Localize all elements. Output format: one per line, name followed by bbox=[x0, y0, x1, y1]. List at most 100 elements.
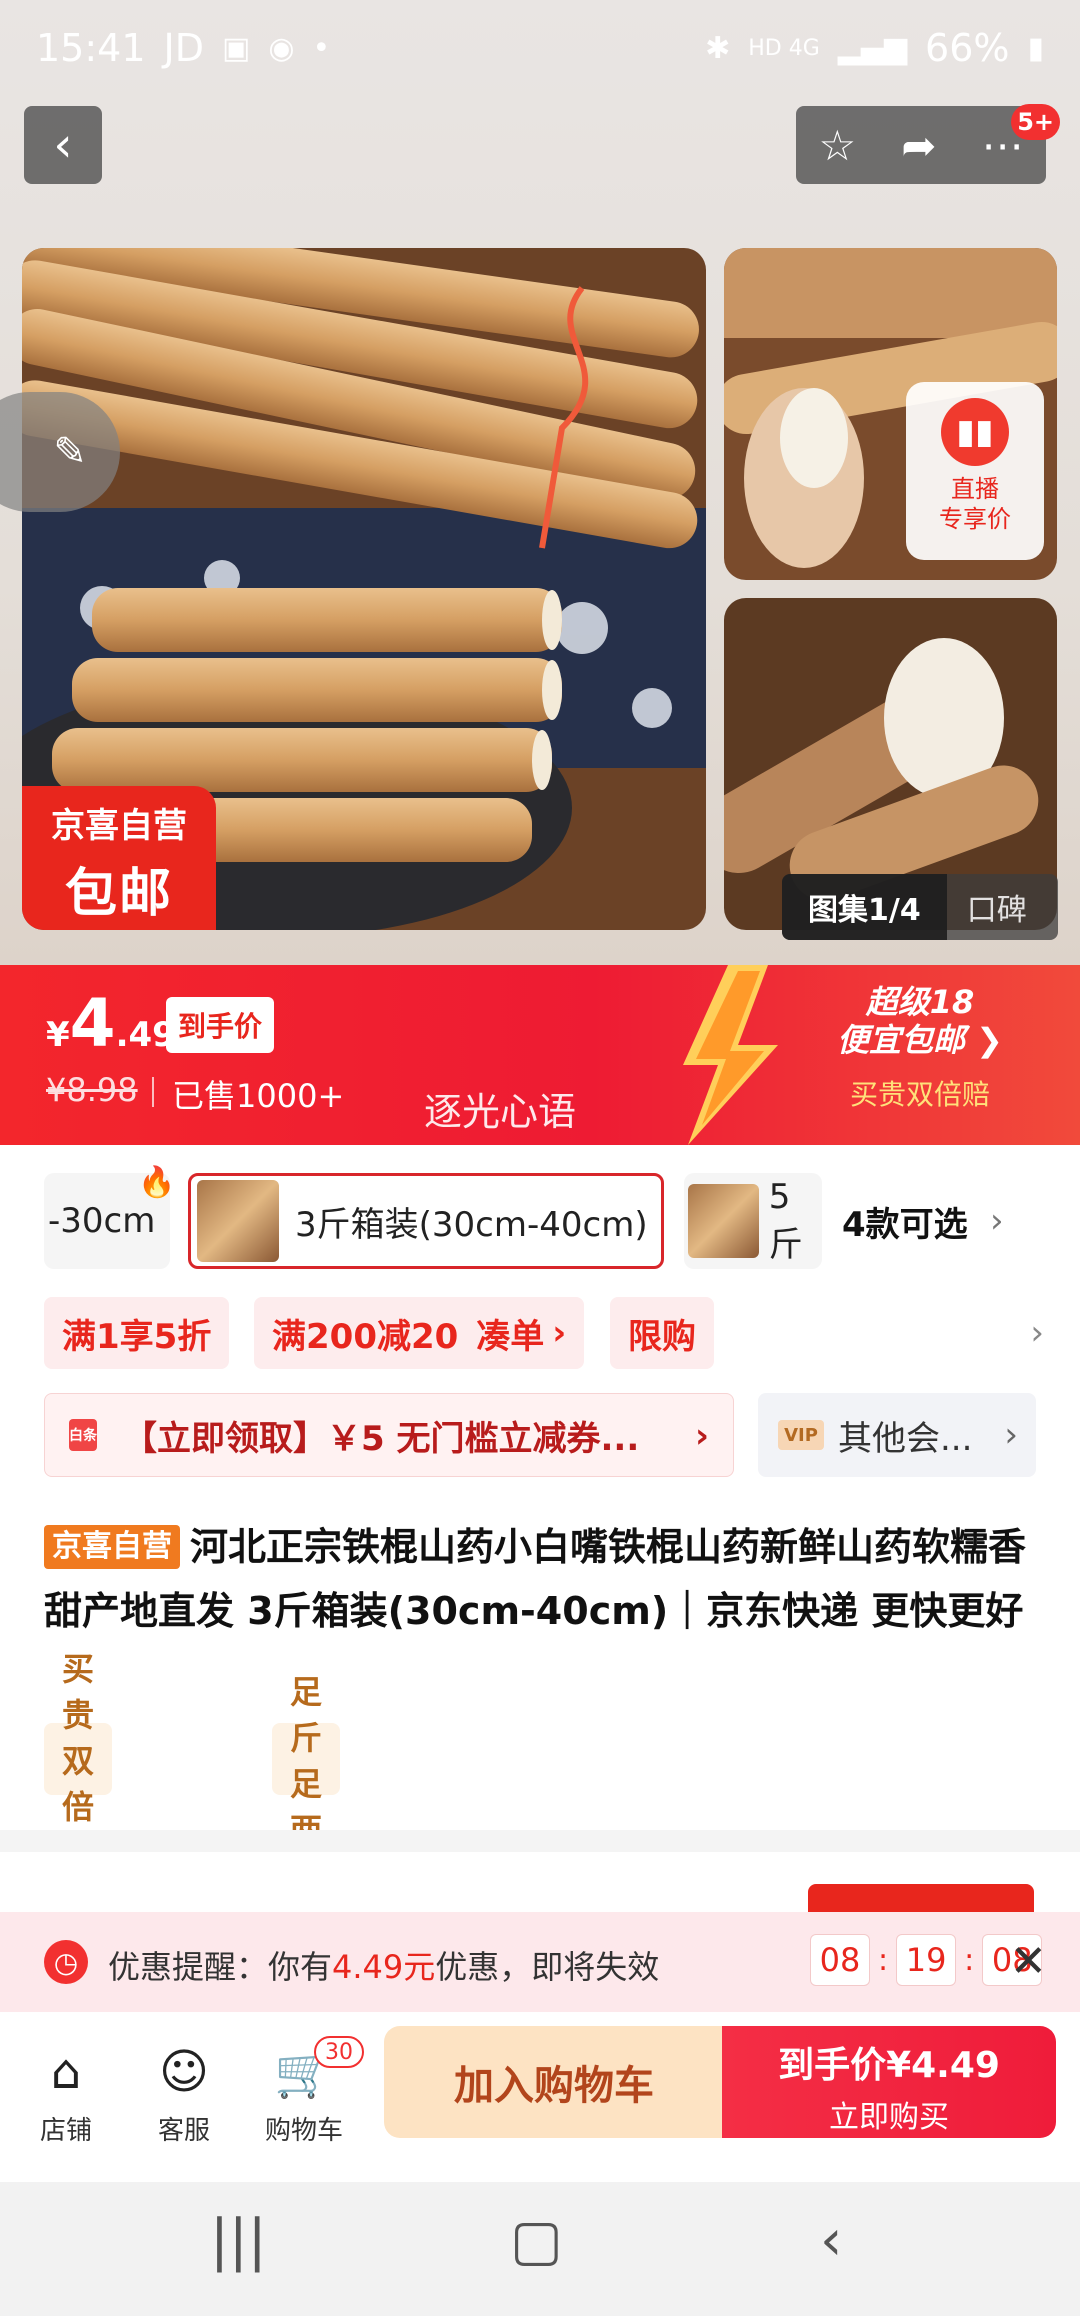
status-carrier: JD bbox=[163, 26, 204, 70]
buy-now-label: 立即购买 bbox=[829, 2100, 949, 2135]
share-icon[interactable]: ➦ bbox=[901, 121, 936, 170]
feature-tag-full-weight-label: 足斤足两 bbox=[290, 1673, 323, 1849]
back-chevron-icon: ‹ bbox=[53, 117, 73, 173]
live-bars-icon: ▮▮ bbox=[941, 398, 1009, 466]
price-banner: ¥ 4 .49 到手价 ¥8.98 已售1000+ 逐光心语 超级18 便宜包邮… bbox=[0, 965, 1080, 1145]
timer-hours: 08 bbox=[810, 1934, 870, 1986]
status-left: 15:41 JD ▣ ◉ • bbox=[36, 26, 330, 70]
add-to-cart-button[interactable]: 加入购物车 bbox=[384, 2026, 724, 2138]
reminder-suffix: 优惠，即将失效 bbox=[435, 1948, 660, 1986]
timer-minutes: 19 bbox=[896, 1934, 957, 1986]
live-label-1: 直播 bbox=[951, 475, 999, 503]
section-divider bbox=[0, 1830, 1080, 1852]
dot-icon: • bbox=[312, 30, 331, 66]
tab-reviews[interactable]: 口碑 bbox=[947, 885, 1047, 929]
hot-flame-icon: 🔥 bbox=[138, 1165, 176, 1200]
final-price-tag: 到手价 bbox=[166, 997, 275, 1053]
system-navigation-bar: ||| ▢ ‹ bbox=[0, 2182, 1080, 2316]
store-icon: ⌂ bbox=[50, 2044, 82, 2100]
coupon-claim-button[interactable]: 白条 【立即领取】￥5 无门槛立减券... › bbox=[44, 1393, 734, 1477]
reminder-amount: 4.49元 bbox=[332, 1948, 436, 1986]
sku-option-prev-label: -30cm bbox=[48, 1201, 156, 1241]
countdown-timer: 08 : 19 : 08 bbox=[810, 1934, 1043, 1986]
vip-icon-label: VIP bbox=[784, 1424, 818, 1446]
promo-chip-discount[interactable]: 满1享5折 bbox=[44, 1297, 230, 1369]
cart-count-badge: 30 bbox=[314, 2036, 364, 2068]
back-nav-icon[interactable]: ‹ bbox=[820, 2208, 842, 2273]
reminder-text: 优惠提醒：你有4.49元优惠，即将失效 bbox=[108, 1942, 659, 1988]
buy-price-label: 到手价¥4.49 bbox=[778, 2045, 1000, 2086]
super-line-2: 便宜包邮 ❯ bbox=[790, 1021, 1050, 1059]
promo-chip-addon-label: 凑单 bbox=[476, 1316, 545, 1357]
price-integer: 4 bbox=[69, 985, 116, 1062]
chevron-right-icon: › bbox=[552, 1313, 567, 1353]
top-action-bar: ‹ ☆ ➦ ⋯ 5+ bbox=[24, 104, 1060, 184]
product-title: 京喜自营 河北正宗铁棍山药小白嘴铁棍山药新鲜山药软糯香甜产地直发 3斤箱装(30c… bbox=[44, 1515, 1044, 1643]
feature-tag-full-weight[interactable]: 足斤足两 bbox=[272, 1673, 341, 1849]
customer-service-button[interactable]: ☺ 客服 bbox=[134, 2032, 234, 2147]
lightning-bolt-icon bbox=[683, 965, 778, 1145]
live-price-badge[interactable]: ▮▮ 直播 专享价 bbox=[906, 382, 1044, 560]
super-line-2-text: 便宜包邮 bbox=[837, 1021, 966, 1059]
sold-count: 已售1000+ bbox=[172, 1077, 345, 1115]
battery-icon: ▮ bbox=[1027, 30, 1044, 66]
tab-gallery[interactable]: 图集1/4 bbox=[782, 874, 947, 940]
app-notify-icon: ◉ bbox=[268, 30, 295, 66]
product-info-section: -30cm 🔥 3斤箱装(30cm-40cm) 5斤 4款可选 › 满1享5折 … bbox=[0, 1145, 1080, 1872]
chevron-right-circle-icon: ❯ bbox=[976, 1021, 1003, 1059]
status-bar: 15:41 JD ▣ ◉ • ✱ HD 4G ▂▄▆ 66% ▮ bbox=[0, 0, 1080, 96]
close-icon[interactable]: ✕ bbox=[1010, 1936, 1047, 1987]
super-cheap-badge[interactable]: 超级18 便宜包邮 ❯ 买贵双倍赔 bbox=[790, 983, 1050, 1113]
super-line-1: 超级18 bbox=[865, 983, 975, 1021]
current-price: ¥ 4 .49 bbox=[46, 985, 176, 1062]
add-to-cart-label: 加入购物车 bbox=[454, 2063, 654, 2109]
promo-more-chevron-icon[interactable]: › bbox=[1030, 1297, 1044, 1369]
cart-button[interactable]: 🛒 30 购物车 bbox=[254, 2032, 364, 2147]
network-label: HD 4G bbox=[748, 35, 820, 61]
pencil-icon: ✎ bbox=[53, 429, 87, 475]
timer-colon: : bbox=[964, 1942, 975, 1978]
product-title-text: 河北正宗铁棍山药小白嘴铁棍山药新鲜山药软糯香甜产地直发 3斤箱装(30cm-40… bbox=[44, 1525, 1027, 1633]
promo-chip-full-reduction[interactable]: 满200减20 凑单 › bbox=[254, 1297, 585, 1369]
battery-level: 66% bbox=[925, 26, 1010, 70]
sku-option-selected-label: 3斤箱装(30cm-40cm) bbox=[295, 1204, 648, 1245]
promo-chip-limit[interactable]: 限购 bbox=[610, 1297, 714, 1369]
sku-selector: -30cm 🔥 3斤箱装(30cm-40cm) 5斤 4款可选 › bbox=[0, 1165, 1080, 1269]
jx-free-shipping-tag: 京喜自营 包邮 bbox=[22, 786, 216, 930]
buy-now-button[interactable]: 到手价¥4.49 立即购买 bbox=[722, 2026, 1056, 2138]
status-right: ✱ HD 4G ▂▄▆ 66% ▮ bbox=[705, 26, 1044, 70]
discount-reminder-bar: ◷ 优惠提醒：你有4.49元优惠，即将失效 08 : 19 : 08 ✕ bbox=[0, 1912, 1080, 2012]
gallery-tabs: 图集1/4 口碑 bbox=[782, 874, 1058, 940]
sku-option-next-label: 5斤 bbox=[768, 1176, 803, 1265]
signal-icon: ▂▄▆ bbox=[837, 30, 908, 66]
recent-apps-icon[interactable]: ||| bbox=[210, 2208, 267, 2273]
cart-label: 购物车 bbox=[264, 2116, 343, 2146]
service-label: 客服 bbox=[157, 2116, 210, 2146]
feature-tag-price-guarantee[interactable]: 买贵双倍赔 bbox=[44, 1650, 113, 1872]
smile-icon: ☺ bbox=[158, 2044, 210, 2100]
timer-colon: : bbox=[878, 1942, 889, 1978]
top-right-actions: ☆ ➦ ⋯ bbox=[796, 106, 1046, 184]
favorite-star-icon[interactable]: ☆ bbox=[819, 121, 857, 170]
sku-option-selected[interactable]: 3斤箱装(30cm-40cm) bbox=[188, 1173, 664, 1269]
watermark-text: 逐光心语 bbox=[424, 1090, 577, 1134]
vip-text: 其他会... bbox=[838, 1418, 973, 1459]
bottom-action-bar: ⌂ 店铺 ☺ 客服 🛒 30 购物车 加入购物车 到手价¥4.49 立即购买 bbox=[0, 2012, 1080, 2182]
side-float-edit-button[interactable]: ✎ bbox=[0, 392, 120, 512]
price-separator bbox=[152, 1077, 154, 1107]
notification-badge: 5+ bbox=[1011, 104, 1060, 140]
sku-thumb-image bbox=[197, 1180, 279, 1262]
coupon-row: 白条 【立即领取】￥5 无门槛立减券... › VIP 其他会... › bbox=[44, 1393, 1036, 1477]
promo-chip-limit-label: 限购 bbox=[628, 1316, 696, 1357]
home-icon[interactable]: ▢ bbox=[510, 2208, 563, 2273]
chevron-right-icon[interactable]: › bbox=[990, 1173, 1004, 1269]
vip-offers-button[interactable]: VIP 其他会... › bbox=[758, 1393, 1036, 1477]
sku-count[interactable]: 4款可选 bbox=[842, 1173, 968, 1269]
sku-thumb-image-next bbox=[688, 1184, 759, 1258]
live-label-2: 专享价 bbox=[939, 505, 1011, 533]
clock-icon: ◷ bbox=[44, 1940, 88, 1984]
back-button[interactable]: ‹ bbox=[24, 106, 102, 184]
promotion-row: 满1享5折 满200减20 凑单 › 限购 › bbox=[44, 1297, 1044, 1369]
sku-option-next[interactable]: 5斤 bbox=[684, 1173, 822, 1269]
store-button[interactable]: ⌂ 店铺 bbox=[16, 2032, 116, 2147]
